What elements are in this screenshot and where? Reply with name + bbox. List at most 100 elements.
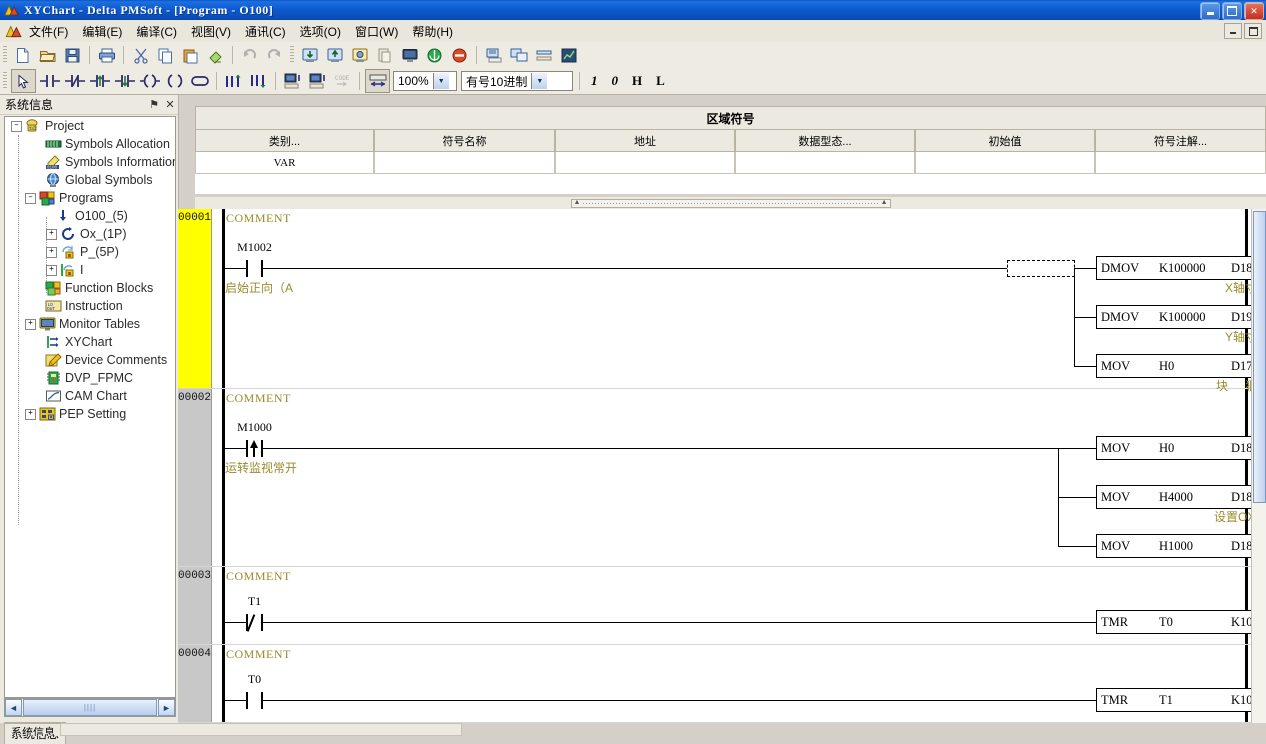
rung-body[interactable]: COMMENT T1 TMR T0 K100 [213,567,1266,644]
undo-icon[interactable] [238,44,261,66]
edit-register-icon[interactable] [348,44,371,66]
pointer-select-icon[interactable] [11,69,36,93]
project-tree[interactable]: – t∅ Project Symbols Allocation 0100 [4,116,176,698]
contact-nc-t1[interactable]: T1 [246,614,263,631]
cut-scissors-icon[interactable] [129,44,152,66]
toolbar-grip[interactable] [290,46,294,64]
rung-comment[interactable]: COMMENT [226,569,291,584]
column-header-initvalue[interactable]: 初始值 [915,130,1095,152]
tree-expander[interactable]: – [25,193,36,204]
window-titlebar[interactable]: XYChart - Delta PMSoft - [Program - O100… [0,0,1266,20]
menu-comm[interactable]: 通讯(C) [238,20,293,43]
statusbar-tab-system-info[interactable]: 系统信息 [4,723,62,736]
column-header-address[interactable]: 地址 [555,130,735,152]
ladder-monitor-icon[interactable] [482,44,505,66]
instruction-block[interactable]: MOV H0 D1846 [1096,436,1266,460]
minimize-button[interactable] [1200,2,1220,20]
paste-icon[interactable] [179,44,202,66]
scroll-right-button[interactable]: ► [158,699,175,716]
sidebar-item-device-comments[interactable]: Device Comments [5,351,175,369]
ladder-rung[interactable]: 00002 COMMENT M1000 运转监视常开 [178,389,1266,567]
pin-icon[interactable]: ⚑ [146,98,162,111]
cell-datatype[interactable] [735,152,915,174]
sidebar-item-cam-chart[interactable]: CAM Chart [5,387,175,405]
vline-down-icon[interactable] [247,70,270,92]
sidebar-item-xychart[interactable]: XYChart [5,333,175,351]
code-view-icon[interactable]: CODE [331,70,354,92]
state-1-button[interactable]: 1 [584,73,605,89]
new-file-icon[interactable] [11,44,34,66]
upload-plc-icon[interactable] [323,44,346,66]
rung-body[interactable]: COMMENT M1000 运转监视常开 MOV H0 [213,389,1266,566]
cell-comment[interactable] [1095,152,1266,174]
ladder-rung[interactable]: 00003 COMMENT T1 TMR T0 K100 [178,567,1266,645]
sidebar-item-instruction[interactable]: LDOUT Instruction [5,297,175,315]
ladder-editor[interactable]: 00001 COMMENT M1002 启始正向（A [178,209,1266,723]
column-header-datatype[interactable]: 数据型态... [735,130,915,152]
sidebar-item-o100[interactable]: O100_(5) [5,207,175,225]
pane-splitter[interactable]: ▲ ▲ [195,197,1266,209]
scroll-thumb[interactable]: |||| [23,699,157,716]
menu-help[interactable]: 帮助(H) [405,20,460,43]
tree-expander[interactable]: + [25,409,36,420]
instruction-block[interactable]: TMR T1 K100 [1096,688,1266,712]
instruction-block[interactable]: MOV H0 D1799 [1096,354,1266,378]
sidebar-item-global-symbols[interactable]: Global Symbols [5,171,175,189]
toolbar-grip[interactable] [3,46,7,64]
tree-expander[interactable]: + [46,229,57,240]
contact-no-icon[interactable] [38,70,61,92]
compare-icon[interactable] [532,44,555,66]
state-h-button[interactable]: H [625,73,649,89]
device-monitor-icon[interactable] [507,44,530,66]
restore-button[interactable] [1222,2,1242,20]
tree-expander[interactable]: + [46,265,57,276]
instruction-block[interactable]: MOV H4000 D1868 [1096,485,1266,509]
sidebar-horizontal-scrollbar[interactable]: ◄ |||| ► [4,698,176,717]
table-row[interactable]: VAR [195,152,1266,174]
eraser-icon[interactable] [204,44,227,66]
menu-view[interactable]: 视图(V) [184,20,238,43]
menu-file[interactable]: 文件(F) [22,20,75,43]
sidebar-item-symbols-information[interactable]: 0100 Symbols Information [5,153,175,171]
contact-nc-icon[interactable] [63,70,86,92]
contact-rising-m1000[interactable]: M1000 [246,440,263,457]
fit-width-icon[interactable] [365,69,390,93]
open-folder-icon[interactable] [36,44,59,66]
monitor-icon[interactable] [398,44,421,66]
ladder-rung[interactable]: 00001 COMMENT M1002 启始正向（A [178,209,1266,389]
upload-view-icon[interactable] [281,70,304,92]
print-icon[interactable] [95,44,118,66]
scroll-left-button[interactable]: ◄ [5,699,22,716]
redo-icon[interactable] [263,44,286,66]
sidebar-item-pep-setting[interactable]: + PEP Setting [5,405,175,423]
sidebar-item-programs[interactable]: – Programs [5,189,175,207]
sidebar-item-symbols-allocation[interactable]: Symbols Allocation [5,135,175,153]
zoom-combo[interactable]: 100% ▼ [393,71,457,91]
rung-body[interactable]: COMMENT M1002 启始正向（A DMOV K100000 D [213,209,1266,388]
column-header-comment[interactable]: 符号注解... [1095,130,1266,152]
sidebar-item-project[interactable]: – t∅ Project [5,117,175,135]
tree-expander[interactable]: + [25,319,36,330]
sidebar-item-ox[interactable]: + Ox_(1P) [5,225,175,243]
collapse-up-icon[interactable]: ▲ [574,200,581,206]
contact-no-t0[interactable]: T0 [246,692,263,709]
menu-edit[interactable]: 编辑(E) [75,20,129,43]
tree-expander[interactable]: + [46,247,57,258]
mdi-restore-button[interactable] [1244,23,1262,39]
cell-initvalue[interactable] [915,152,1095,174]
cell-address[interactable] [555,152,735,174]
stop-plc-icon[interactable] [448,44,471,66]
rung-comment[interactable]: COMMENT [226,391,291,406]
instruction-block[interactable]: DMOV K100000 D1826 [1096,256,1266,280]
chevron-down-icon[interactable]: ▼ [433,73,449,89]
rung-comment[interactable]: COMMENT [226,211,291,226]
chevron-down-icon[interactable]: ▼ [531,73,547,89]
instruction-block[interactable]: TMR T0 K100 [1096,610,1266,634]
copy-icon[interactable] [154,44,177,66]
save-disk-icon[interactable] [61,44,84,66]
menu-options[interactable]: 选项(O) [293,20,348,43]
menu-window[interactable]: 窗口(W) [348,20,405,43]
splitter-handle[interactable]: ▲ ▲ [571,199,891,208]
download-view-icon[interactable] [306,70,329,92]
sidebar-item-function-blocks[interactable]: Function Blocks [5,279,175,297]
